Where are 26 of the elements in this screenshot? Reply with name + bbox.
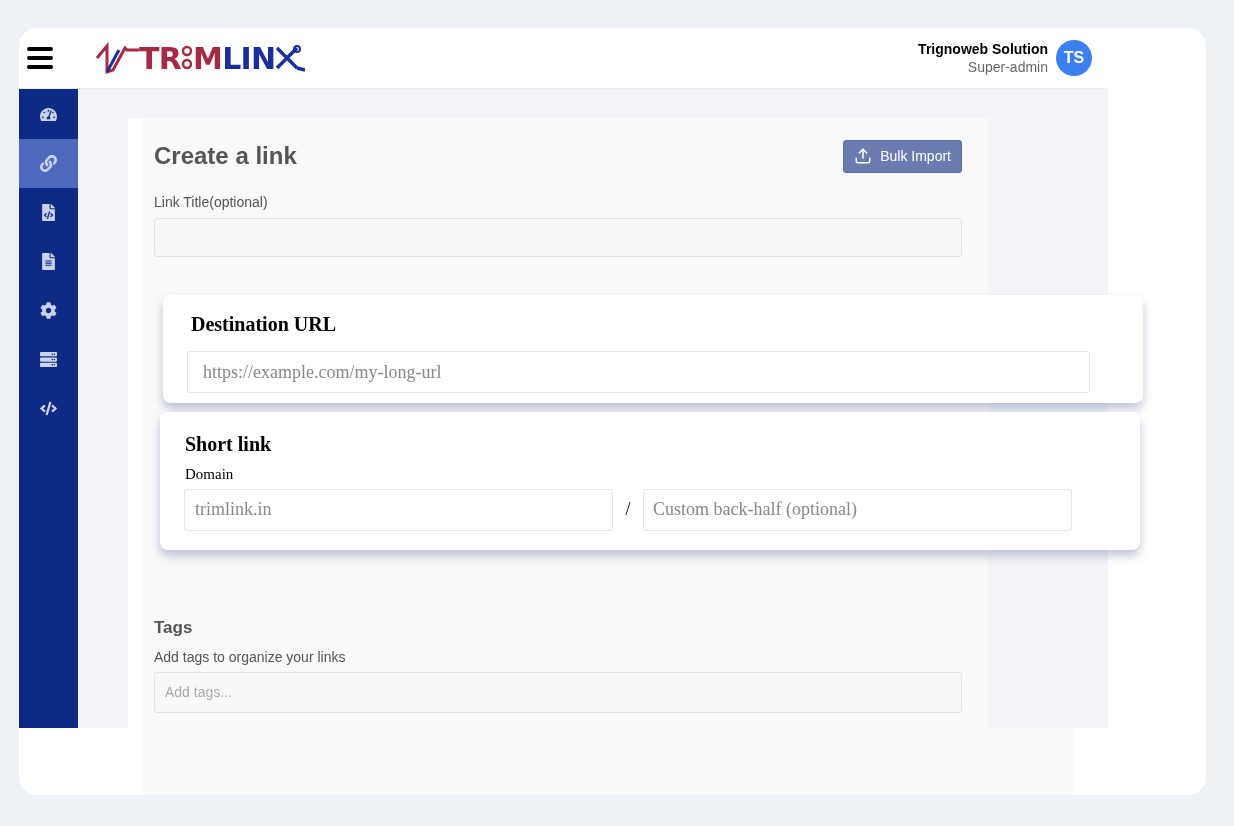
menu-icon[interactable] bbox=[27, 47, 53, 69]
code-file-icon bbox=[40, 204, 57, 221]
bulk-import-button[interactable]: Bulk Import bbox=[843, 139, 962, 173]
upload-icon bbox=[854, 147, 873, 165]
user-name: Trignoweb Solution bbox=[918, 40, 1048, 58]
section-heading: Tags bbox=[154, 617, 194, 639]
field-label: Link Title(optional) bbox=[154, 193, 269, 212]
settings-icon bbox=[40, 302, 57, 319]
gauge-icon bbox=[40, 106, 57, 123]
link-icon bbox=[40, 155, 57, 172]
trimlink-logo[interactable]: TR MLIN bbox=[95, 35, 306, 81]
path-separator: / bbox=[624, 498, 632, 521]
back-half-field[interactable]: Custom back-half (optional) bbox=[643, 488, 1072, 531]
document-icon bbox=[40, 253, 57, 270]
field-hint: Add tags to organize your links bbox=[154, 647, 347, 667]
page-title: Create a link bbox=[154, 141, 297, 171]
field-label: Domain bbox=[184, 465, 235, 484]
card-title: Short link bbox=[184, 432, 273, 457]
code-icon bbox=[40, 400, 57, 417]
card-title: Destination URL bbox=[190, 312, 337, 337]
domain-field[interactable]: trimlink.in bbox=[184, 488, 613, 531]
tags-field[interactable]: Add tags... bbox=[154, 671, 962, 713]
user-role: Super-admin bbox=[967, 58, 1048, 76]
avatar[interactable]: TS bbox=[1056, 40, 1092, 76]
server-icon bbox=[40, 351, 57, 368]
destination-url-field[interactable]: https://example.com/my-long-url bbox=[187, 351, 1090, 393]
